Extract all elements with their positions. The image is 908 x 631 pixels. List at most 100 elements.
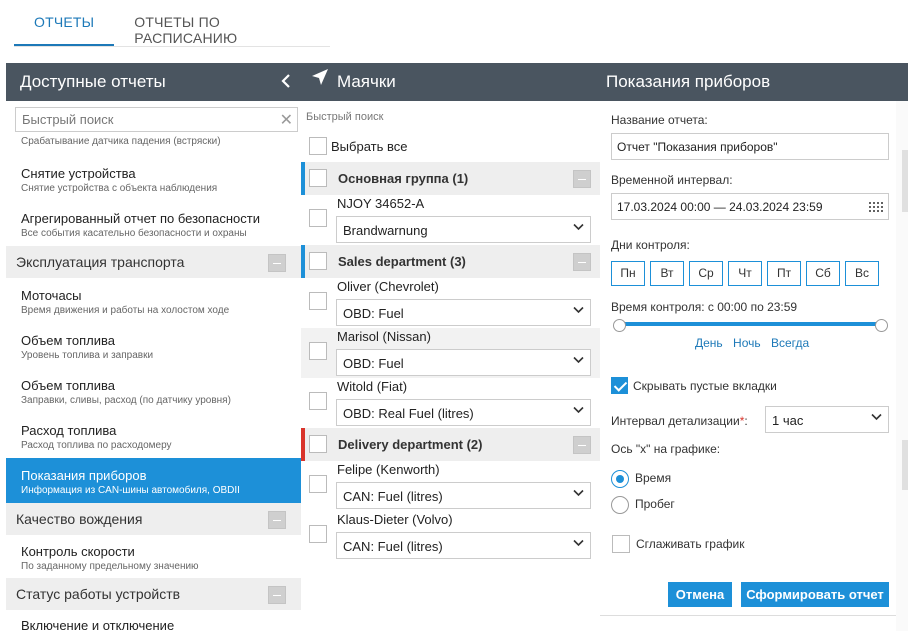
background-page-fragment (902, 150, 908, 212)
detail-interval-select[interactable]: 1 час (765, 406, 889, 433)
group-checkbox[interactable] (309, 169, 327, 187)
sensor-select[interactable]: OBD: Fuel (336, 299, 591, 326)
cancel-button[interactable]: Отмена (668, 582, 732, 607)
report-item-on-off[interactable]: Включение и отключение (6, 610, 301, 631)
calendar-grid-icon[interactable] (868, 201, 884, 212)
sensor-select-value: OBD: Real Fuel (litres) (343, 406, 474, 421)
unit-checkbox[interactable] (309, 209, 327, 227)
detail-interval-label: Интервал детализации*: (611, 414, 748, 428)
report-category-device-status[interactable]: Статус работы устройств (6, 578, 301, 610)
beacons-title-wrap: Маячки (311, 63, 396, 101)
sensor-select-value: CAN: Fuel (litres) (343, 489, 443, 504)
chevron-left-icon[interactable] (274, 63, 298, 101)
time-range-slider[interactable] (619, 322, 882, 326)
slider-end-handle[interactable] (875, 319, 888, 332)
unit-name: Marisol (Nissan) (337, 329, 431, 344)
report-item-title: Снятие устройства (21, 166, 136, 181)
day-toggle-tue[interactable]: Вт (650, 261, 684, 286)
collapse-minus-icon[interactable] (573, 253, 591, 271)
report-item-title: Показания приборов (21, 468, 147, 483)
chevron-down-icon (573, 488, 584, 500)
chevron-down-icon (573, 405, 584, 417)
report-item-device-removal[interactable]: Снятие устройства Снятие устройства с об… (6, 156, 301, 201)
report-item-fuel-consumption[interactable]: Расход топлива Расход топлива по расходо… (6, 413, 301, 458)
report-item-instrument-readings[interactable]: Показания приборов Информация из CAN-шин… (6, 458, 301, 503)
sensor-select[interactable]: OBD: Fuel (336, 349, 591, 376)
group-color-bar (301, 245, 305, 278)
interval-field[interactable]: 17.03.2024 00:00 — 24.03.2024 23:59 (611, 193, 889, 220)
report-item-fuel-volume-sensor[interactable]: Объем топлива Заправки, сливы, расход (п… (6, 368, 301, 413)
detail-interval-value: 1 час (772, 413, 804, 428)
unit-checkbox[interactable] (309, 342, 327, 360)
sensor-select[interactable]: Brandwarnung (336, 216, 591, 243)
group-row-main[interactable]: Основная группа (1) (301, 162, 600, 195)
days-toggle-group: Пн Вт Ср Чт Пт Сб Вс (611, 261, 884, 286)
report-category-vehicle-operation[interactable]: Эксплуатация транспорта (6, 246, 301, 278)
close-icon[interactable]: ✕ (280, 110, 293, 130)
report-item-title: Объем топлива (21, 378, 115, 393)
collapse-minus-icon[interactable] (573, 436, 591, 454)
day-toggle-mon[interactable]: Пн (611, 261, 645, 286)
report-item-title: Контроль скорости (21, 544, 135, 559)
report-category-driving-quality[interactable]: Качество вождения (6, 503, 301, 535)
hide-empty-label: Скрывать пустые вкладки (633, 379, 777, 393)
report-search-input[interactable] (16, 108, 266, 131)
group-checkbox[interactable] (309, 252, 327, 270)
axis-radio-mileage[interactable] (611, 496, 629, 514)
smooth-graph-checkbox[interactable] (612, 535, 630, 553)
select-all-label: Выбрать все (331, 139, 408, 154)
group-row-delivery[interactable]: Delivery department (2) (301, 428, 600, 461)
axis-option-mileage-label: Пробег (635, 497, 675, 511)
day-toggle-wed[interactable]: Ср (689, 261, 723, 286)
tab-reports[interactable]: ОТЧЕТЫ (14, 0, 115, 46)
quick-link-night[interactable]: Ночь (733, 336, 761, 350)
tab-scheduled-reports[interactable]: ОТЧЕТЫ ПО РАСПИСАНИЮ (114, 0, 330, 46)
collapse-minus-icon[interactable] (268, 511, 286, 529)
report-name-field[interactable]: Отчет "Показания приборов" (611, 133, 889, 160)
day-toggle-thu[interactable]: Чт (728, 261, 762, 286)
report-item-fuel-volume[interactable]: Объем топлива Уровень топлива и заправки (6, 323, 301, 368)
group-checkbox[interactable] (309, 435, 327, 453)
days-label: Дни контроля: (611, 238, 690, 252)
group-row-sales[interactable]: Sales department (3) (301, 245, 600, 278)
axis-label: Ось "х" на графике: (611, 442, 721, 456)
sensor-select[interactable]: OBD: Real Fuel (litres) (336, 399, 591, 426)
sensor-select[interactable]: CAN: Fuel (litres) (336, 532, 591, 559)
report-item-subtitle: Все события касательно безопасности и ох… (21, 228, 247, 239)
collapse-minus-icon[interactable] (268, 254, 286, 272)
report-name-value: Отчет "Показания приборов" (617, 140, 778, 154)
slider-start-handle[interactable] (613, 319, 626, 332)
axis-radio-time[interactable] (611, 470, 629, 488)
select-all-checkbox[interactable] (309, 137, 327, 155)
collapse-minus-icon[interactable] (573, 170, 591, 188)
chevron-down-icon (573, 355, 584, 367)
unit-checkbox[interactable] (309, 525, 327, 543)
report-item-subtitle: Срабатывание датчика падения (встряски) (21, 136, 221, 147)
quick-link-always[interactable]: Всегда (771, 336, 809, 350)
group-label: Sales department (3) (338, 254, 466, 269)
report-item-engine-hours[interactable]: Моточасы Время движения и работы на холо… (6, 278, 301, 323)
unit-checkbox[interactable] (309, 475, 327, 493)
chevron-down-icon (871, 412, 882, 424)
settings-title: Показания приборов (606, 72, 771, 91)
day-toggle-sun[interactable]: Вс (845, 261, 879, 286)
axis-option-time-label: Время (635, 471, 672, 485)
collapse-minus-icon[interactable] (268, 586, 286, 604)
report-item-security-aggregate[interactable]: Агрегированный отчет по безопасности Все… (6, 201, 301, 246)
chevron-down-icon (573, 222, 584, 234)
report-item-speed-control[interactable]: Контроль скорости По заданному предельно… (6, 535, 301, 578)
unit-checkbox[interactable] (309, 392, 327, 410)
generate-report-button[interactable]: Сформировать отчет (741, 582, 889, 607)
hide-empty-checkbox[interactable] (611, 377, 628, 394)
day-toggle-fri[interactable]: Пт (767, 261, 801, 286)
quick-link-day[interactable]: День (695, 336, 723, 350)
unit-checkbox[interactable] (309, 292, 327, 310)
reports-page: ОТЧЕТЫ ОТЧЕТЫ ПО РАСПИСАНИЮ Доступные от… (0, 0, 908, 631)
sensor-select[interactable]: CAN: Fuel (litres) (336, 482, 591, 509)
beacon-search-input[interactable]: Быстрый поиск (306, 111, 383, 123)
report-item-fall-sensor[interactable]: Срабатывание датчика падения (встряски) (6, 136, 301, 156)
sensor-select-value: CAN: Fuel (litres) (343, 539, 443, 554)
day-toggle-sat[interactable]: Сб (806, 261, 840, 286)
interval-label: Временной интервал: (611, 173, 733, 187)
report-item-subtitle: Уровень топлива и заправки (21, 350, 154, 361)
